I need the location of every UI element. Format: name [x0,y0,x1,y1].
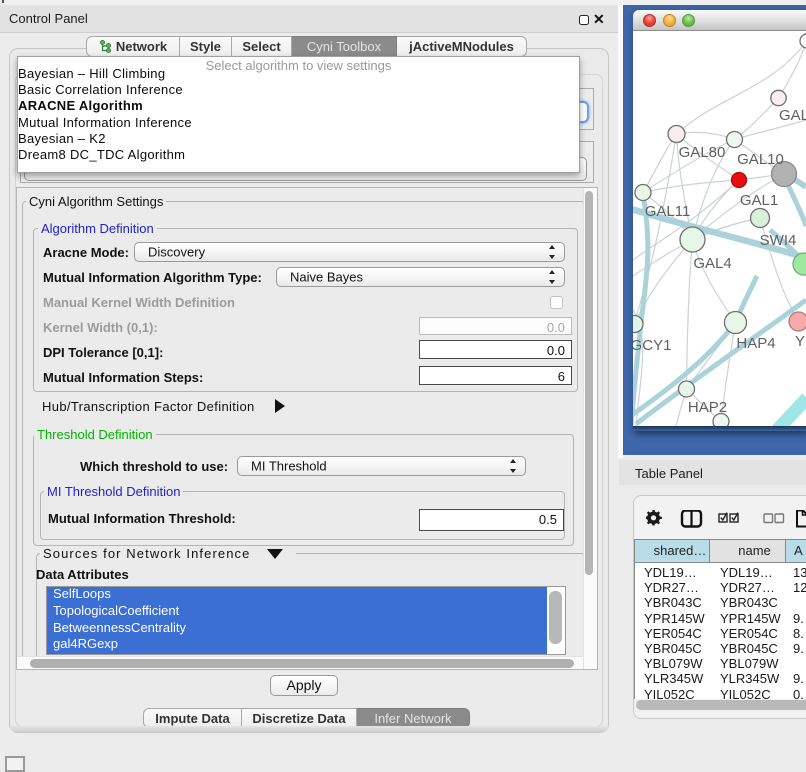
svg-text:GAL2: GAL2 [779,107,806,124]
svg-text:GAL80: GAL80 [679,144,726,161]
svg-text:GAL1: GAL1 [740,192,778,209]
svg-text:HAP4: HAP4 [736,335,775,352]
svg-text:GCY1: GCY1 [633,337,671,354]
svg-text:GAL4: GAL4 [693,255,731,272]
svg-text:YBR: YBR [795,333,806,350]
svg-text:SWI4: SWI4 [760,232,797,249]
svg-text:GAL10: GAL10 [737,151,784,168]
svg-text:HAP2: HAP2 [688,399,727,416]
svg-text:GAL11: GAL11 [645,203,691,220]
